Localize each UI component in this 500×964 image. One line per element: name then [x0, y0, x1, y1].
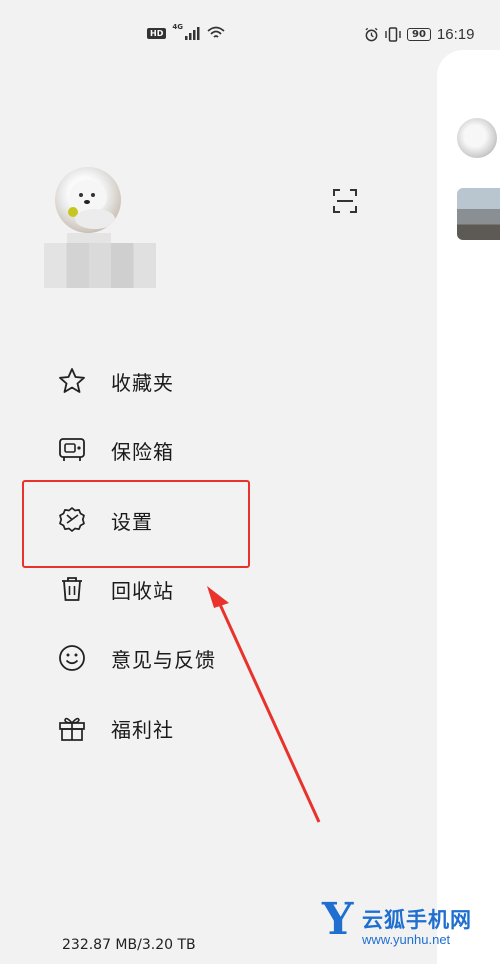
hd-badge: HD: [147, 27, 167, 39]
network-type: 4G: [172, 23, 183, 31]
menu-label: 保险箱: [111, 439, 174, 464]
alarm-icon: [365, 27, 378, 42]
menu-label: 福利社: [111, 717, 174, 742]
scan-icon: [333, 189, 357, 213]
conversation-avatar[interactable]: [457, 118, 497, 158]
network-indicators: HD 4G: [147, 23, 225, 40]
watermark-url: www.yunhu.net: [362, 932, 451, 947]
watermark: Y 云狐手机网 www.yunhu.net: [322, 894, 500, 948]
watermark-logo: Y: [322, 894, 354, 945]
watermark-name: 云狐手机网: [362, 908, 472, 932]
star-icon: [57, 366, 87, 396]
safe-icon: [57, 435, 87, 465]
clock: 16:19: [436, 26, 475, 43]
photo-thumbnail[interactable]: [457, 188, 500, 240]
avatar[interactable]: [55, 167, 121, 233]
app-screen: HD 4G 90 16:19 收藏夹 保险箱 设置 回收站 意见与反馈 福利社 …: [0, 0, 500, 964]
battery-icon: 90: [407, 28, 431, 41]
signal-icon: [184, 26, 200, 40]
main-content-panel[interactable]: [437, 50, 500, 964]
menu-item-trash[interactable]: 回收站: [57, 569, 174, 609]
menu-item-rewards[interactable]: 福利社: [57, 708, 174, 748]
menu-label: 收藏夹: [111, 370, 174, 395]
account-info-blur: [44, 243, 156, 288]
wifi-icon: [207, 26, 225, 38]
menu-label: 回收站: [111, 578, 174, 603]
storage-usage: 232.87 MB/3.20 TB: [62, 937, 196, 953]
settings-highlight-box: [22, 480, 250, 568]
trash-icon: [57, 574, 87, 604]
menu-item-feedback[interactable]: 意见与反馈: [57, 638, 216, 678]
menu-label: 意见与反馈: [111, 647, 216, 672]
status-bar: HD 4G 90 16:19: [0, 0, 500, 72]
dog-photo: [68, 180, 115, 229]
scan-button[interactable]: [332, 188, 358, 214]
gift-icon: [57, 713, 87, 743]
smiley-icon: [57, 643, 87, 673]
menu-item-favorites[interactable]: 收藏夹: [57, 361, 174, 401]
menu-item-safe[interactable]: 保险箱: [57, 430, 174, 470]
system-indicators: 90 16:19: [364, 26, 474, 43]
vibrate-icon: [385, 27, 401, 42]
